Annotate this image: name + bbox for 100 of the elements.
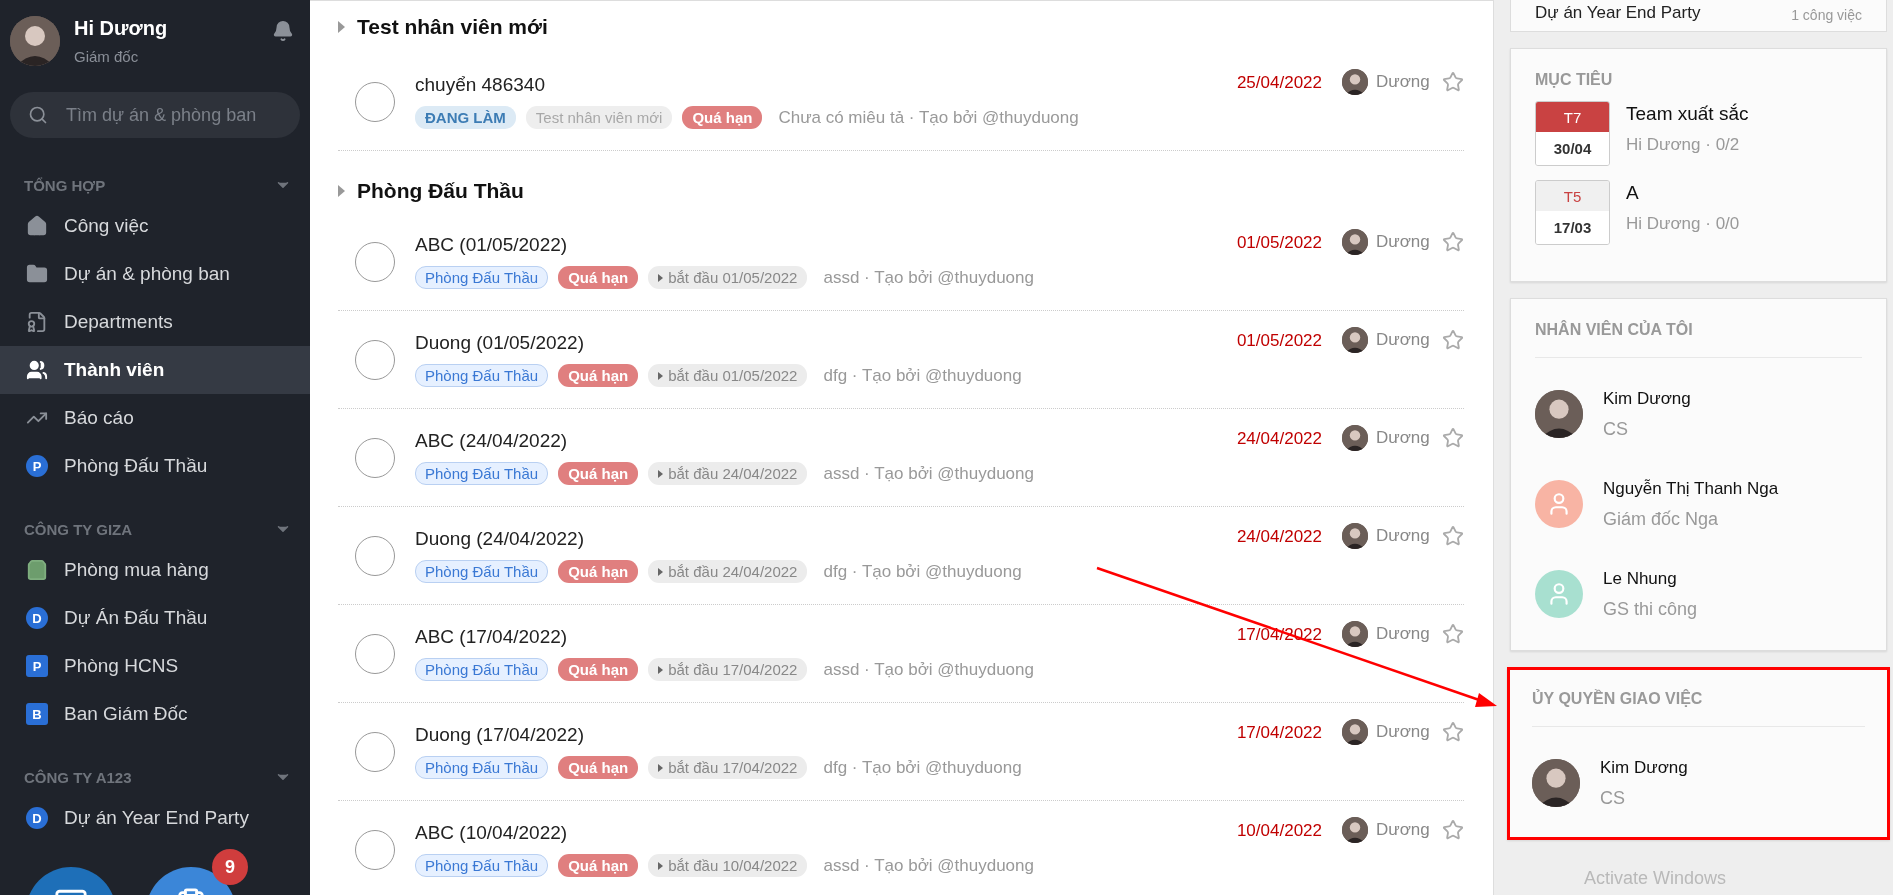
- task-checkbox[interactable]: [355, 829, 395, 870]
- sidebar-item[interactable]: P Phòng HCNS: [0, 642, 310, 690]
- goal-title[interactable]: A: [1626, 182, 1740, 204]
- search-icon: [28, 105, 48, 125]
- user-role: Giám đốc: [74, 48, 140, 65]
- task-tag: Quá hạn: [558, 658, 639, 681]
- sidebar-item[interactable]: D Dự án Year End Party: [0, 794, 310, 842]
- letter-icon: P: [26, 655, 48, 677]
- person-name[interactable]: Le Nhung: [1603, 568, 1698, 589]
- sidebar-item[interactable]: Thành viên: [0, 346, 310, 394]
- due-date: 10/04/2022: [1235, 821, 1322, 841]
- person-role: Giám đốc Nga: [1603, 508, 1720, 530]
- task-tag: Quá hạn: [558, 560, 639, 583]
- project-title: Dự án Year End Party: [1535, 3, 1701, 23]
- due-date: 01/05/2022: [1235, 331, 1322, 351]
- project-count: 1 công việc: [1791, 7, 1862, 23]
- star-icon[interactable]: [1442, 427, 1464, 449]
- task-checkbox[interactable]: [355, 633, 395, 674]
- letter-icon: P: [26, 455, 48, 477]
- due-date: 01/05/2022: [1235, 233, 1322, 253]
- assignee-avatar: [1342, 621, 1368, 647]
- card-heading: MỤC TIÊU: [1535, 71, 1614, 90]
- task-note: assd · Tạo bởi @thuyduong: [823, 267, 1034, 288]
- task-title[interactable]: ABC (24/04/2022): [415, 430, 1212, 452]
- task-note: dfg · Tạo bởi @thuyduong: [823, 757, 1022, 778]
- assignee-name: Dương: [1376, 330, 1430, 350]
- task-note: assd · Tạo bởi @thuyduong: [823, 659, 1034, 680]
- sidebar-item[interactable]: B Ban Giám Đốc: [0, 690, 310, 738]
- assignee-avatar: [1342, 425, 1368, 451]
- caret-icon[interactable]: [338, 21, 345, 33]
- card-heading: ỦY QUYỀN GIAO VIỆC: [1532, 690, 1865, 727]
- assignee-avatar: [1342, 229, 1368, 255]
- task-title[interactable]: chuyển 486340: [415, 74, 1212, 96]
- task-tag: Quá hạn: [558, 756, 639, 779]
- task-tag: Phòng Đấu Thầu: [415, 658, 549, 681]
- task-checkbox[interactable]: [355, 437, 395, 478]
- task-note: assd · Tạo bởi @thuyduong: [823, 463, 1034, 484]
- goal-meta: Hi Dương · 0/2: [1626, 135, 1741, 155]
- task-checkbox[interactable]: [355, 731, 395, 772]
- task-tag: Quá hạn: [558, 462, 639, 485]
- sidebar-item[interactable]: Departments: [0, 298, 310, 346]
- task-checkbox[interactable]: [355, 535, 395, 576]
- task-tag: bắt đầu 24/04/2022: [648, 462, 808, 485]
- task-tag: ĐANG LÀM: [415, 106, 516, 129]
- task-note: dfg · Tạo bởi @thuyduong: [823, 561, 1022, 582]
- sidebar-item[interactable]: D Dự Án Đấu Thầu: [0, 594, 310, 642]
- task-title[interactable]: Duong (24/04/2022): [415, 528, 1212, 550]
- search-field[interactable]: Tìm dự án & phòng ban: [10, 92, 300, 138]
- person-avatar: [1532, 759, 1580, 807]
- goal-title[interactable]: Team xuất sắc: [1626, 103, 1749, 125]
- person-name[interactable]: Kim Dương: [1600, 757, 1688, 778]
- user-avatar[interactable]: [10, 16, 60, 66]
- task-tag: Quá hạn: [558, 854, 639, 877]
- sidebar-item[interactable]: P Phòng Đấu Thầu: [0, 442, 310, 490]
- assignee-avatar: [1342, 327, 1368, 353]
- star-icon[interactable]: [1442, 819, 1464, 841]
- person-name[interactable]: Kim Dương: [1603, 388, 1691, 409]
- sidebar-item[interactable]: Công việc: [0, 202, 310, 250]
- assignee-name: Dương: [1376, 72, 1430, 92]
- caret-icon[interactable]: [338, 185, 345, 197]
- task-title[interactable]: Duong (17/04/2022): [415, 724, 1212, 746]
- task-tag: bắt đầu 17/04/2022: [648, 756, 808, 779]
- assignee-avatar: [1342, 719, 1368, 745]
- sidebar-item[interactable]: Dự án & phòng ban: [0, 250, 310, 298]
- task-checkbox[interactable]: [355, 81, 395, 122]
- group-heading: CÔNG TY A123: [24, 768, 132, 786]
- star-icon[interactable]: [1442, 623, 1464, 645]
- task-tag: bắt đầu 10/04/2022: [648, 854, 808, 877]
- star-icon[interactable]: [1442, 525, 1464, 547]
- person-name[interactable]: Nguyễn Thị Thanh Nga: [1603, 478, 1779, 499]
- assignee-name: Dương: [1376, 820, 1430, 840]
- sidebar-item[interactable]: Phòng mua hàng: [0, 546, 310, 594]
- assignee-name: Dương: [1376, 526, 1430, 546]
- task-checkbox[interactable]: [355, 241, 395, 282]
- star-icon[interactable]: [1442, 231, 1464, 253]
- star-icon[interactable]: [1442, 721, 1464, 743]
- task-title[interactable]: ABC (17/04/2022): [415, 626, 1212, 648]
- task-note: Chưa có miêu tả · Tạo bởi @thuyduong: [778, 107, 1079, 128]
- star-icon[interactable]: [1442, 71, 1464, 93]
- task-tag: bắt đầu 01/05/2022: [648, 364, 808, 387]
- assignee-name: Dương: [1376, 428, 1430, 448]
- due-date: 25/04/2022: [1235, 73, 1322, 93]
- person-role: CS: [1603, 418, 1629, 440]
- task-tag: Phòng Đấu Thầu: [415, 756, 549, 779]
- bag-icon: [26, 559, 48, 581]
- task-tag: Phòng Đấu Thầu: [415, 364, 549, 387]
- task-checkbox[interactable]: [355, 339, 395, 380]
- task-title[interactable]: Duong (01/05/2022): [415, 332, 1212, 354]
- assignee-name: Dương: [1376, 624, 1430, 644]
- assignee-name: Dương: [1376, 722, 1430, 742]
- bell-icon[interactable]: [272, 20, 294, 42]
- task-title[interactable]: ABC (01/05/2022): [415, 234, 1212, 256]
- project-card[interactable]: Dự án Year End Party 1 công việc: [1510, 0, 1887, 32]
- task-tag: Phòng Đấu Thầu: [415, 854, 549, 877]
- person-role: GS thi công: [1603, 598, 1698, 620]
- star-icon[interactable]: [1442, 329, 1464, 351]
- group-heading: TỔNG HỢP: [24, 176, 106, 194]
- task-tag: Quá hạn: [558, 364, 639, 387]
- task-title[interactable]: ABC (10/04/2022): [415, 822, 1212, 844]
- sidebar-item[interactable]: Báo cáo: [0, 394, 310, 442]
